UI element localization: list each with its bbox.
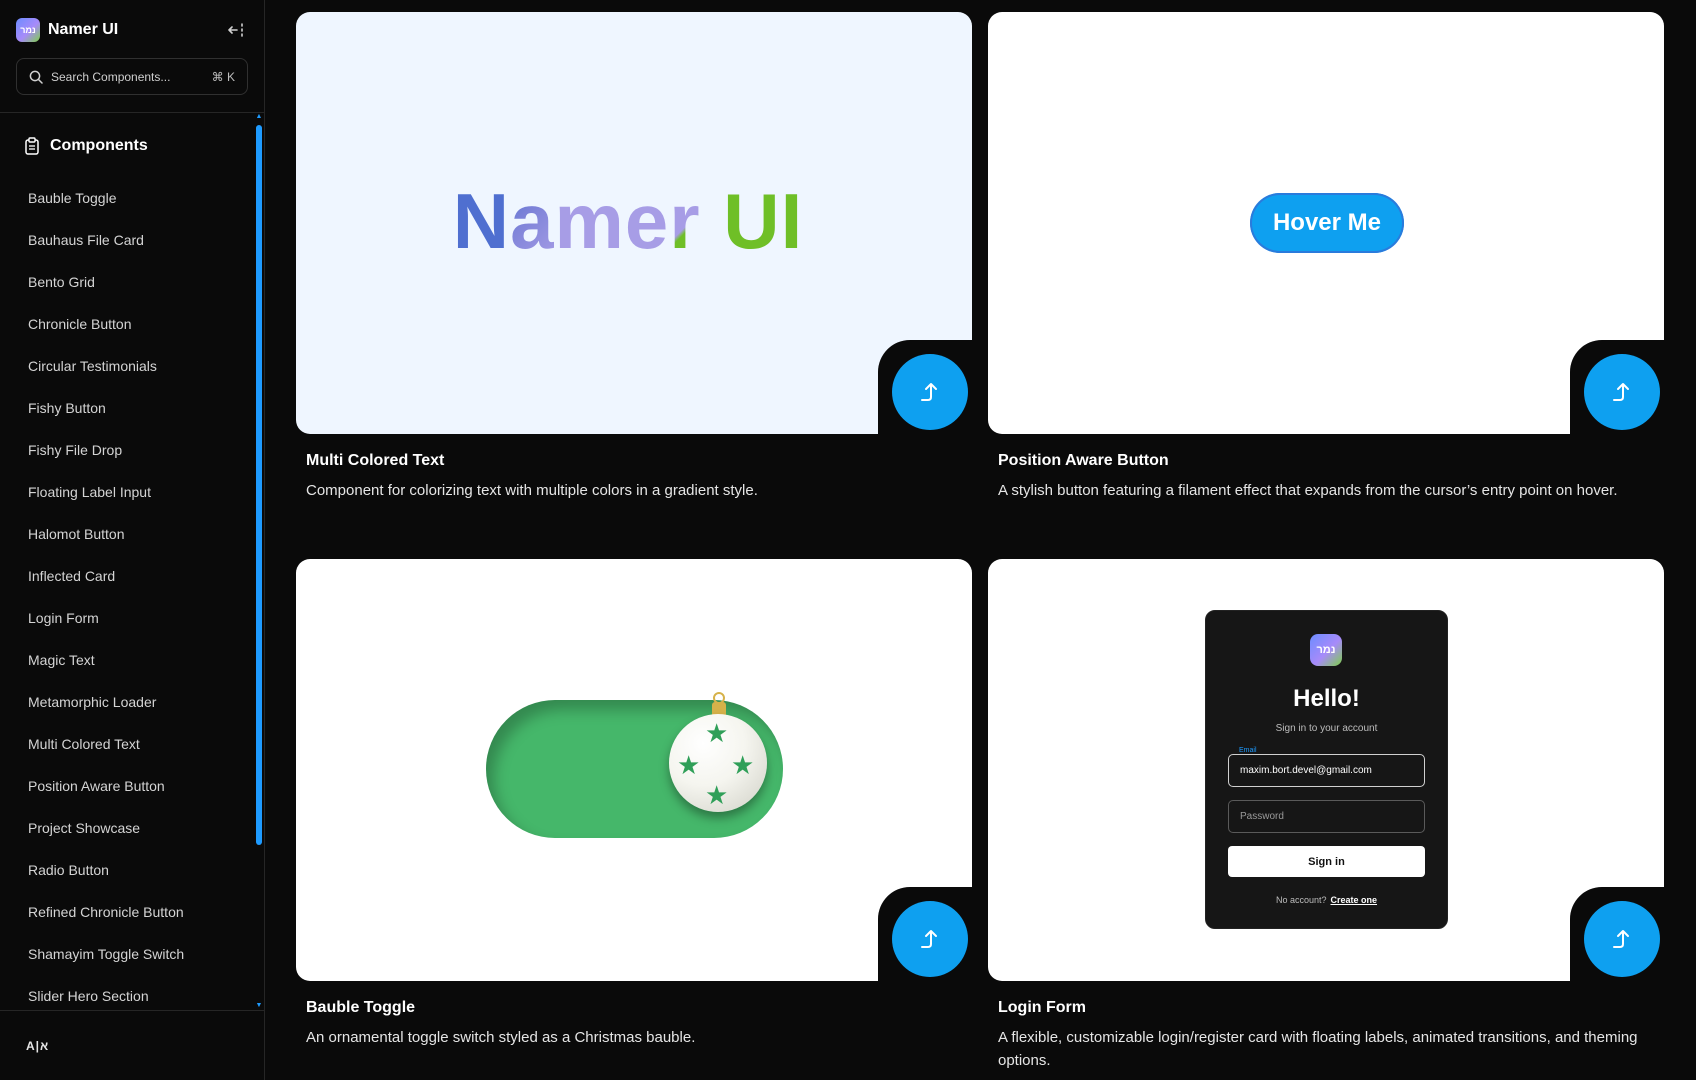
open-component-button[interactable]	[892, 354, 968, 430]
bauble-ornament-icon: ★ ★ ★ ★	[669, 714, 767, 812]
preview-surface: Namer UI	[296, 12, 972, 434]
login-logo: נמר	[1310, 634, 1342, 666]
star-icon: ★	[705, 780, 729, 810]
open-component-button[interactable]	[1584, 354, 1660, 430]
brand-logo: נמר	[16, 18, 40, 42]
clipboard-icon	[25, 137, 39, 155]
language-switch-label: A|א	[26, 1038, 50, 1053]
search-input[interactable]: Search Components... ⌘ K	[16, 58, 248, 95]
app-root: נמר Namer UI Search Components... ⌘ K Co…	[0, 0, 1696, 1080]
language-switch[interactable]: A|א	[0, 1010, 264, 1080]
sidebar-item-bento-grid[interactable]: Bento Grid	[16, 261, 248, 303]
component-grid: Namer UI Multi Colored Text Component fo…	[265, 0, 1696, 1080]
sidebar-item-login-form[interactable]: Login Form	[16, 597, 248, 639]
sidebar-item-halomot-button[interactable]: Halomot Button	[16, 513, 248, 555]
login-footer-text: No account?	[1275, 895, 1327, 905]
component-card-multi-colored-text: Namer UI Multi Colored Text Component fo…	[296, 12, 972, 502]
card-preview[interactable]: Namer UI	[296, 12, 972, 434]
card-title[interactable]: Multi Colored Text	[306, 452, 972, 470]
text-part: UI	[700, 176, 804, 265]
hover-me-button[interactable]: Hover Me	[1250, 193, 1404, 253]
collapse-sidebar-button[interactable]	[226, 19, 248, 41]
bauble-toggle-switch[interactable]: ★ ★ ★ ★	[486, 692, 783, 838]
card-description: A flexible, customizable login/register …	[998, 1029, 1638, 1069]
email-floating-label: Email	[1236, 747, 1260, 754]
star-icon: ★	[705, 718, 729, 748]
sidebar-item-fishy-button[interactable]: Fishy Button	[16, 387, 248, 429]
components-section-title: Components	[50, 137, 148, 154]
preview-surface: ★ ★ ★ ★	[296, 559, 972, 981]
login-heading: Hello!	[1293, 685, 1360, 712]
component-card-position-aware-button: Hover Me Position Aware Button A stylish…	[988, 12, 1664, 502]
card-description: Component for colorizing text with multi…	[306, 482, 758, 499]
card-title[interactable]: Bauble Toggle	[306, 999, 972, 1017]
text-part: a	[510, 176, 555, 265]
sidebar-scrollbar[interactable]: ▲ ▼	[255, 113, 263, 1010]
sidebar-nav: Components Bauble Toggle Bauhaus File Car…	[0, 113, 264, 1010]
arrow-turn-up-icon	[921, 383, 937, 401]
preview-surface: נמר Hello! Sign in to your account maxim…	[988, 559, 1664, 981]
sidebar: נמר Namer UI Search Components... ⌘ K Co…	[0, 0, 265, 1080]
star-icon: ★	[731, 750, 755, 780]
create-account-link[interactable]: Create one	[1331, 895, 1378, 905]
arrow-turn-up-icon	[921, 930, 937, 948]
multi-colored-text-demo: Namer UI	[453, 176, 804, 267]
search-shortcut: ⌘ K	[211, 69, 235, 84]
sidebar-item-magic-text[interactable]: Magic Text	[16, 639, 248, 681]
sidebar-header: נמר Namer UI Search Components... ⌘ K	[0, 0, 264, 113]
email-field[interactable]: maxim.bort.devel@gmail.com	[1228, 754, 1425, 787]
sidebar-item-radio-button[interactable]: Radio Button	[16, 849, 248, 891]
sidebar-item-shamayim-toggle-switch[interactable]: Shamayim Toggle Switch	[16, 933, 248, 975]
login-subheading: Sign in to your account	[1275, 723, 1378, 734]
collapse-sidebar-icon	[228, 23, 243, 37]
arrow-turn-up-icon	[1613, 383, 1629, 401]
preview-surface: Hover Me	[988, 12, 1664, 434]
card-description: A stylish button featuring a filament ef…	[998, 482, 1618, 499]
open-component-button[interactable]	[1584, 901, 1660, 977]
scrollbar-thumb[interactable]	[256, 125, 262, 845]
arrow-turn-up-icon	[1613, 930, 1629, 948]
sign-in-button[interactable]: Sign in	[1228, 846, 1425, 877]
brand-name: Namer UI	[48, 21, 119, 38]
search-placeholder: Search Components...	[51, 69, 171, 84]
sidebar-item-inflected-card[interactable]: Inflected Card	[16, 555, 248, 597]
sidebar-item-bauhaus-file-card[interactable]: Bauhaus File Card	[16, 219, 248, 261]
search-icon	[29, 70, 43, 84]
login-form-demo: נמר Hello! Sign in to your account maxim…	[1205, 610, 1448, 929]
component-list: Bauble Toggle Bauhaus File Card Bento Grid…	[16, 177, 248, 1010]
password-field[interactable]: Password	[1228, 800, 1425, 833]
star-icon: ★	[677, 750, 701, 780]
sidebar-item-bauble-toggle[interactable]: Bauble Toggle	[16, 177, 248, 219]
sidebar-item-metamorphic-loader[interactable]: Metamorphic Loader	[16, 681, 248, 723]
sidebar-item-floating-label-input[interactable]: Floating Label Input	[16, 471, 248, 513]
open-component-button[interactable]	[892, 901, 968, 977]
sidebar-item-slider-hero-section[interactable]: Slider Hero Section	[16, 975, 248, 1010]
sidebar-item-circular-testimonials[interactable]: Circular Testimonials	[16, 345, 248, 387]
sidebar-item-chronicle-button[interactable]: Chronicle Button	[16, 303, 248, 345]
scroll-down-icon[interactable]: ▼	[255, 1002, 263, 1010]
text-part: me	[554, 176, 670, 265]
sidebar-item-project-showcase[interactable]: Project Showcase	[16, 807, 248, 849]
card-title[interactable]: Login Form	[998, 999, 1664, 1017]
sidebar-item-position-aware-button[interactable]: Position Aware Button	[16, 765, 248, 807]
text-part: N	[452, 176, 511, 265]
card-title[interactable]: Position Aware Button	[998, 452, 1664, 470]
component-card-login-form: נמר Hello! Sign in to your account maxim…	[988, 559, 1664, 1072]
text-part: r	[669, 176, 701, 265]
card-preview[interactable]: Hover Me	[988, 12, 1664, 434]
card-description: An ornamental toggle switch styled as a …	[306, 1029, 696, 1046]
scroll-up-icon[interactable]: ▲	[255, 113, 263, 121]
card-preview[interactable]: נמר Hello! Sign in to your account maxim…	[988, 559, 1664, 981]
components-section-header[interactable]: Components	[24, 137, 248, 155]
component-card-bauble-toggle: ★ ★ ★ ★ Bauble Toggle An ornamental togg…	[296, 559, 972, 1049]
brand-row: נמר Namer UI	[16, 16, 248, 44]
card-preview[interactable]: ★ ★ ★ ★	[296, 559, 972, 981]
sidebar-item-multi-colored-text[interactable]: Multi Colored Text	[16, 723, 248, 765]
login-footer: No account? Create one	[1206, 895, 1447, 905]
brand[interactable]: נמר Namer UI	[16, 18, 118, 42]
sidebar-item-fishy-file-drop[interactable]: Fishy File Drop	[16, 429, 248, 471]
sidebar-item-refined-chronicle-button[interactable]: Refined Chronicle Button	[16, 891, 248, 933]
